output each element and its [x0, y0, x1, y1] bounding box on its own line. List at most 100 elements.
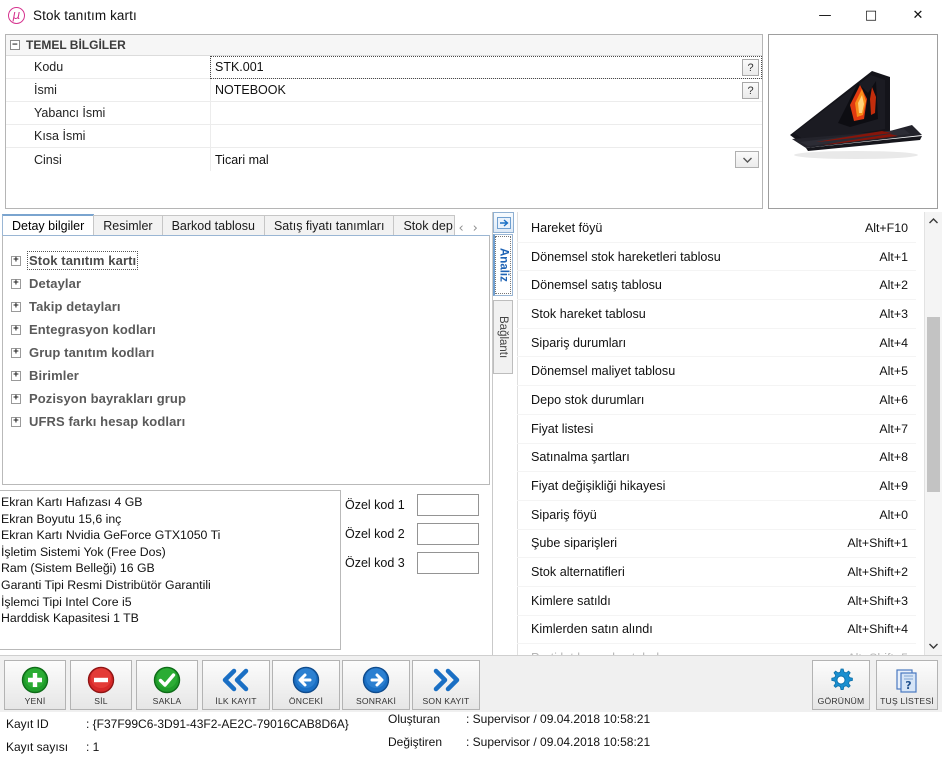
side-tab-baglanti[interactable]: Bağlantı [493, 300, 513, 374]
sil-button[interactable]: SİL [70, 660, 132, 710]
lookup-kodu-button[interactable]: ? [742, 59, 759, 76]
tab-stok-depo[interactable]: Stok dep [393, 215, 456, 236]
menu-item-shortcut: Alt+Shift+4 [847, 622, 908, 637]
expand-icon[interactable]: + [11, 301, 21, 312]
form-row-kodu[interactable]: Kodu STK.001 ? [6, 55, 762, 79]
spec-line: Ekran Kartı Hafızası 4 GB [1, 495, 143, 509]
menu-item-hareket-foyu[interactable]: Hareket föyü Alt+F10 [517, 214, 916, 243]
yeni-button[interactable]: YENİ [4, 660, 66, 710]
product-image-panel[interactable] [768, 34, 938, 209]
menu-item-kimlerden-satin-alindi[interactable]: Kimlerden satın alındı Alt+Shift+4 [517, 616, 916, 645]
input-kisa-ismi[interactable] [210, 124, 762, 148]
menu-item-label: Depo stok durumları [531, 392, 645, 407]
tree-item-pozisyon-bayraklari-grup[interactable]: + Pozisyon bayrakları grup [3, 387, 489, 410]
gorunum-button[interactable]: GÖRÜNÜM [812, 660, 870, 710]
menu-item-fiyat-degisikligi-hikayesi[interactable]: Fiyat değişikliği hikayesi Alt+9 [517, 472, 916, 501]
analiz-menu-scrollbar[interactable] [924, 212, 942, 655]
chevron-left-icon[interactable]: ‹ [458, 221, 463, 236]
tus-listesi-button[interactable]: ? TUŞ LİSTESİ [876, 660, 938, 710]
label-ismi: İsmi [34, 83, 57, 97]
tree-item-ufrs-farki-hesap-kodlari[interactable]: + UFRS farkı hesap kodları [3, 410, 489, 433]
tree-item-label: Takip detayları [29, 299, 121, 314]
label-ozel-kod-3: Özel kod 3 [345, 555, 405, 570]
menu-item-donemsel-stok-hareketleri-tablosu[interactable]: Dönemsel stok hareketleri tablosu Alt+1 [517, 243, 916, 272]
menu-item-stok-alternatifleri[interactable]: Stok alternatifleri Alt+Shift+2 [517, 558, 916, 587]
window-titlebar: μ Stok tanıtım kartı — □ ✕ [0, 0, 942, 31]
form-row-kisa-ismi[interactable]: Kısa İsmi [6, 124, 762, 148]
status-bar: Kayıt ID : {F37F99C6-3D91-43F2-AE2C-7901… [0, 712, 942, 759]
menu-item-shortcut: Alt+8 [879, 450, 908, 465]
menu-item-sube-siparisleri[interactable]: Şube siparişleri Alt+Shift+1 [517, 530, 916, 559]
menu-item-stok-hareket-tablosu[interactable]: Stok hareket tablosu Alt+3 [517, 300, 916, 329]
menu-item-label: Dönemsel maliyet tablosu [531, 364, 676, 379]
product-specs-panel[interactable]: Ekran Kartı Hafızası 4 GB Ekran Boyutu 1… [0, 490, 341, 650]
input-ozel-kod-3[interactable] [417, 551, 479, 574]
section-header-temel-bilgiler[interactable]: − TEMEL BİLGİLER [6, 35, 762, 56]
menu-item-siparis-foyu[interactable]: Sipariş föyü Alt+0 [517, 501, 916, 530]
menu-item-shortcut: Alt+Shift+2 [847, 565, 908, 580]
onceki-button[interactable]: ÖNCEKİ [272, 660, 340, 710]
tree-item-takip-detaylari[interactable]: + Takip detayları [3, 295, 489, 318]
tab-label: Detay bilgiler [12, 219, 85, 233]
input-ozel-kod-1[interactable] [417, 493, 479, 516]
form-row-ismi[interactable]: İsmi NOTEBOOK ? [6, 78, 762, 102]
scrollbar-thumb[interactable] [927, 317, 940, 492]
tree-item-label: Entegrasyon kodları [29, 322, 156, 337]
menu-item-satinalma-sartlari[interactable]: Satınalma şartları Alt+8 [517, 444, 916, 473]
form-row-cinsi[interactable]: Cinsi Ticari mal [6, 148, 762, 171]
menu-item-siparis-durumlari[interactable]: Sipariş durumları Alt+4 [517, 329, 916, 358]
side-tab-analiz[interactable]: Analiz [493, 234, 513, 296]
tab-barkod-tablosu[interactable]: Barkod tablosu [161, 215, 265, 236]
expand-icon[interactable]: + [11, 347, 21, 358]
expand-icon[interactable]: + [11, 416, 21, 427]
tree-item-grup-tanitim-kodlari[interactable]: + Grup tanıtım kodları [3, 341, 489, 364]
input-yabanci-ismi[interactable] [210, 101, 762, 125]
tab-satis-fiyati-tanimlari[interactable]: Satış fiyatı tanımları [263, 215, 395, 236]
expand-icon[interactable]: + [11, 255, 21, 266]
form-row-yabanci-ismi[interactable]: Yabancı İsmi [6, 101, 762, 125]
tree-item-birimler[interactable]: + Birimler [3, 364, 489, 387]
sonraki-button[interactable]: SONRAKİ [342, 660, 410, 710]
tab-resimler[interactable]: Resimler [93, 215, 163, 236]
expand-icon[interactable]: + [11, 324, 21, 335]
menu-item-donemsel-satis-tablosu[interactable]: Dönemsel satış tablosu Alt+2 [517, 271, 916, 301]
status-group-modified: Değiştiren : Supervisor / 09.04.2018 10:… [388, 735, 650, 749]
chevron-down-icon[interactable] [735, 151, 759, 168]
status-group-created: Oluşturan : Supervisor / 09.04.2018 10:5… [388, 712, 650, 726]
label-kodu: Kodu [34, 60, 64, 74]
menu-item-parti-lot-bazinda-stok-durumu[interactable]: Parti lot bazında stok durumu Alt+Shift+… [517, 644, 916, 655]
tree-item-stok-tanitim-karti[interactable]: + Stok tanıtım kartı [3, 249, 489, 272]
menu-item-depo-stok-durumlari[interactable]: Depo stok durumları Alt+6 [517, 386, 916, 415]
menu-item-label: Dönemsel satış tablosu [531, 278, 662, 293]
chevron-right-icon[interactable]: › [473, 221, 478, 236]
menu-item-label: Kimlerden satın alındı [531, 622, 653, 637]
input-ozel-kod-2[interactable] [417, 522, 479, 545]
son-kayit-button[interactable]: SON KAYIT [412, 660, 480, 710]
select-cinsi[interactable]: Ticari mal [210, 148, 762, 171]
lookup-ismi-button[interactable]: ? [742, 82, 759, 99]
menu-item-shortcut: Alt+2 [879, 278, 908, 293]
temel-bilgiler-panel: − TEMEL BİLGİLER Kodu STK.001 ? İsmi NOT… [5, 34, 763, 209]
ilk-kayit-button[interactable]: İLK KAYIT [202, 660, 270, 710]
expand-icon[interactable]: + [11, 278, 21, 289]
menu-item-shortcut: Alt+F10 [864, 220, 908, 235]
double-chevron-left-icon [221, 665, 251, 695]
collapse-icon[interactable]: − [10, 40, 20, 50]
menu-item-kimlere-satildi[interactable]: Kimlere satıldı Alt+Shift+3 [517, 587, 916, 616]
menu-item-fiyat-listesi[interactable]: Fiyat listesi Alt+7 [517, 415, 916, 444]
expand-icon[interactable]: + [11, 393, 21, 404]
minimize-button[interactable]: — [802, 0, 848, 31]
input-kodu[interactable]: STK.001 [210, 55, 762, 79]
menu-item-donemsel-maliyet-tablosu[interactable]: Dönemsel maliyet tablosu Alt+5 [517, 357, 916, 387]
sakla-button[interactable]: SAKLA [136, 660, 198, 710]
tree-item-detaylar[interactable]: + Detaylar [3, 272, 489, 295]
expand-icon[interactable]: + [11, 370, 21, 381]
close-button[interactable]: ✕ [894, 0, 942, 31]
scroll-up-icon[interactable] [925, 212, 942, 230]
tab-detay-bilgiler[interactable]: Detay bilgiler [2, 214, 95, 236]
tree-item-entegrasyon-kodlari[interactable]: + Entegrasyon kodları [3, 318, 489, 341]
arrow-right-box-icon[interactable] [493, 212, 514, 233]
input-ismi[interactable]: NOTEBOOK [210, 78, 762, 102]
maximize-button[interactable]: □ [848, 0, 894, 31]
scroll-down-icon[interactable] [925, 637, 942, 655]
